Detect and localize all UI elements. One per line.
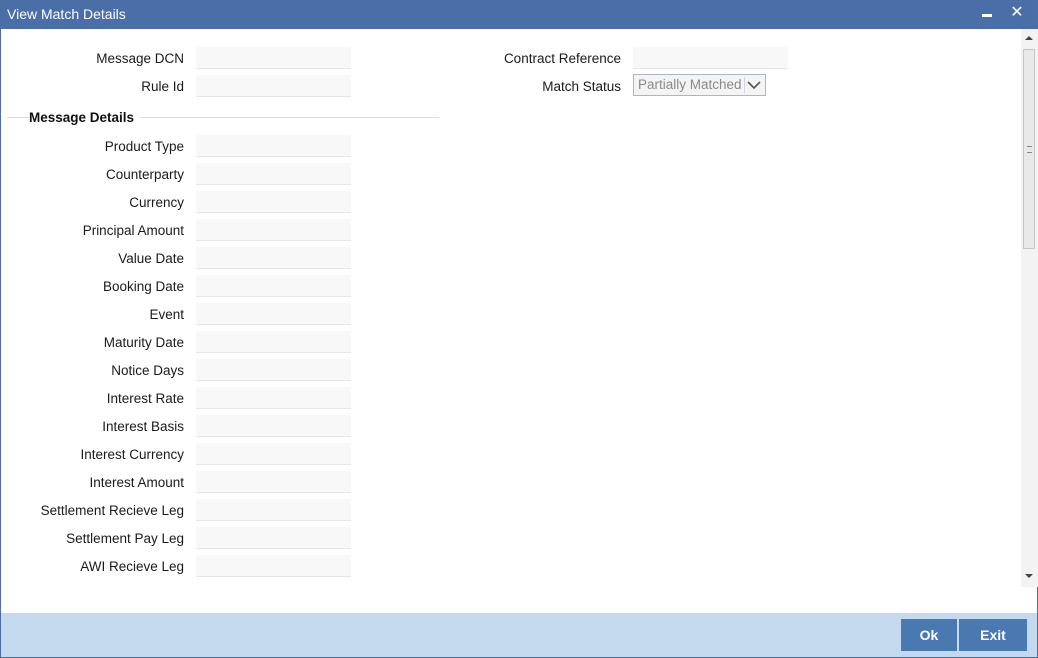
detail-label: Interest Rate [106, 391, 184, 406]
detail-field[interactable] [196, 275, 351, 297]
detail-field[interactable] [196, 191, 351, 213]
detail-label: Interest Amount [89, 475, 184, 490]
detail-label: Notice Days [111, 363, 184, 378]
detail-field[interactable] [196, 303, 351, 325]
detail-field[interactable] [196, 471, 351, 493]
view-match-details-window: View Match Details ✕ Message DCN Rule Id… [0, 0, 1038, 658]
footer-bar: Ok Exit [1, 613, 1037, 657]
detail-field[interactable] [196, 387, 351, 409]
scroll-thumb[interactable] [1023, 49, 1035, 249]
detail-label: Product Type [104, 139, 184, 154]
detail-label: Settlement Pay Leg [66, 531, 184, 546]
match-status-value: Partially Matched [638, 77, 742, 92]
contract-reference-field[interactable] [633, 47, 788, 69]
exit-button[interactable]: Exit [959, 619, 1027, 651]
message-dcn-label: Message DCN [96, 51, 184, 66]
detail-label: Booking Date [102, 279, 184, 294]
form-content: Message DCN Rule Id Contract Reference M… [1, 29, 1021, 613]
rule-id-label: Rule Id [141, 79, 184, 94]
detail-field[interactable] [196, 443, 351, 465]
detail-field[interactable] [196, 499, 351, 521]
chevron-down-icon [744, 77, 763, 93]
scroll-down-icon[interactable] [1025, 574, 1033, 578]
match-status-select[interactable]: Partially Matched [633, 74, 766, 96]
detail-field[interactable] [196, 135, 351, 157]
detail-label: Event [149, 307, 184, 322]
message-dcn-field[interactable] [196, 47, 351, 69]
detail-field[interactable] [196, 219, 351, 241]
detail-label: Counterparty [105, 167, 184, 182]
rule-id-field[interactable] [196, 75, 351, 97]
title-bar: View Match Details ✕ [1, 1, 1037, 29]
detail-field[interactable] [196, 415, 351, 437]
contract-reference-label: Contract Reference [503, 51, 621, 66]
detail-label: Value Date [118, 251, 184, 266]
detail-field[interactable] [196, 247, 351, 269]
close-icon: ✕ [1010, 4, 1024, 21]
message-details-title: Message Details [29, 110, 141, 125]
detail-label: Currency [129, 195, 184, 210]
detail-label: Settlement Recieve Leg [40, 503, 184, 518]
detail-label: Principal Amount [82, 223, 184, 238]
minimize-icon [982, 14, 992, 17]
close-button[interactable]: ✕ [1007, 3, 1027, 23]
detail-field[interactable] [196, 359, 351, 381]
minimize-button[interactable] [977, 3, 997, 23]
detail-label: Maturity Date [103, 335, 184, 350]
detail-label: Interest Currency [80, 447, 184, 462]
scroll-up-icon[interactable] [1025, 36, 1033, 40]
window-title: View Match Details [7, 6, 126, 22]
detail-label: AWI Recieve Leg [80, 559, 184, 574]
vertical-scrollbar[interactable] [1021, 29, 1038, 587]
detail-field[interactable] [196, 527, 351, 549]
detail-field[interactable] [196, 555, 351, 577]
detail-label: Interest Basis [102, 419, 184, 434]
match-status-label: Match Status [542, 79, 621, 94]
grip-icon [1027, 146, 1032, 153]
ok-button[interactable]: Ok [901, 619, 957, 651]
detail-field[interactable] [196, 331, 351, 353]
detail-field[interactable] [196, 163, 351, 185]
